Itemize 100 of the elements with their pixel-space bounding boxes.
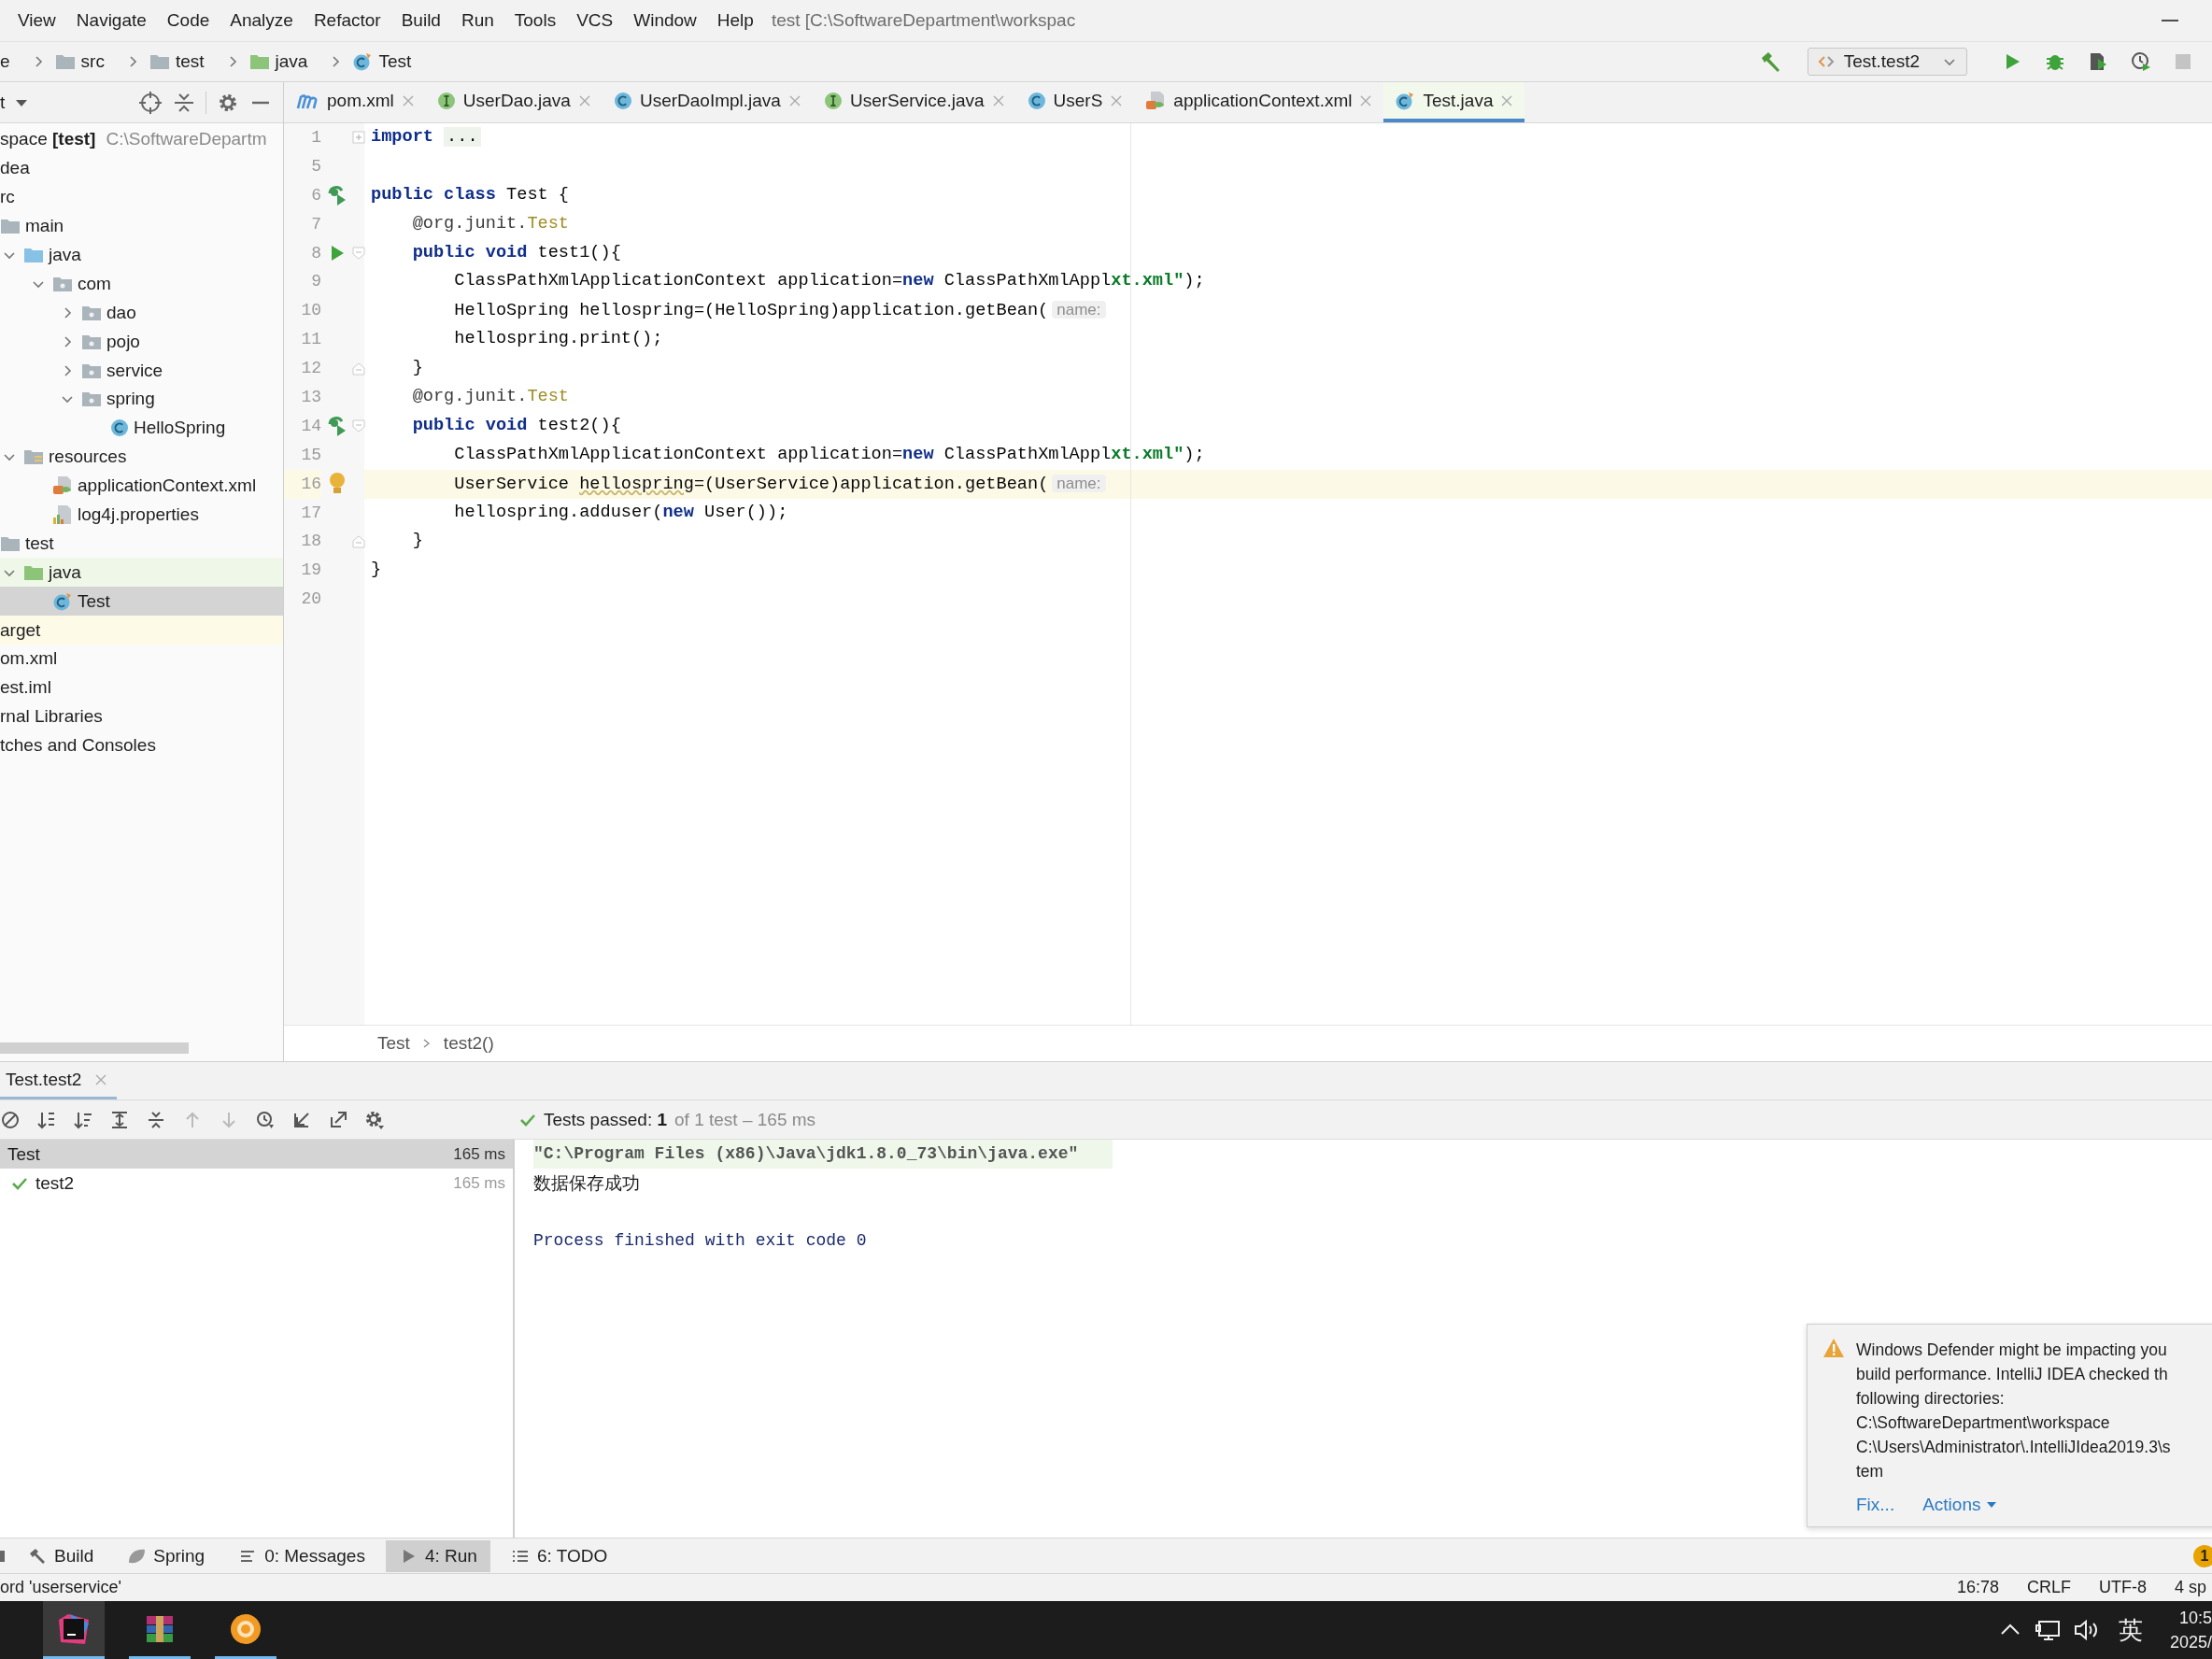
run-configuration-dropdown[interactable]: Test.test2 (1807, 48, 1967, 76)
network-icon[interactable] (2035, 1618, 2061, 1642)
tree-item[interactable]: pojo (0, 327, 283, 357)
run-tab[interactable]: Test.test2 (0, 1062, 118, 1099)
stop-icon[interactable] (0, 1109, 21, 1130)
line-number: 11 (300, 329, 321, 351)
menu-item[interactable]: Run (450, 7, 504, 35)
folder-icon (54, 53, 76, 70)
run-tests-icon[interactable] (327, 185, 347, 206)
status-item[interactable]: UTF-8 (2098, 1578, 2147, 1597)
collapse-all-icon[interactable] (146, 1109, 166, 1130)
breadcrumb[interactable]: Test (377, 1033, 410, 1054)
settings-icon[interactable] (364, 1109, 385, 1130)
menu-item[interactable]: Help (706, 7, 764, 35)
menu-item[interactable]: Code (156, 7, 220, 35)
status-item[interactable]: 4 sp (2174, 1578, 2206, 1597)
profiler-icon[interactable] (2130, 50, 2152, 73)
status-item[interactable]: 16:78 (1956, 1578, 1999, 1597)
tool-window-button[interactable]: Spring (114, 1539, 219, 1572)
test-item[interactable]: test2 165 ms (0, 1169, 513, 1198)
tree-item[interactable]: dao (0, 298, 283, 328)
volume-icon[interactable] (2074, 1618, 2100, 1642)
folder-icon (149, 53, 170, 70)
taskbar-app[interactable] (43, 1601, 105, 1659)
tool-window-button[interactable]: Build (15, 1539, 107, 1572)
editor-tab[interactable]: UserS (1015, 82, 1135, 122)
menu-item[interactable]: View (0, 7, 66, 35)
breadcrumb[interactable]: Test (352, 51, 412, 72)
folder-icon (23, 563, 44, 581)
tool-window-button[interactable]: 4: Run (385, 1539, 490, 1572)
menu-item[interactable]: Window (623, 7, 707, 35)
tree-item[interactable]: applicationContext.xml (0, 471, 283, 501)
tree-item[interactable]: tches and Consoles (0, 730, 283, 760)
menu-item[interactable]: Analyze (220, 7, 304, 35)
run-icon[interactable] (329, 244, 346, 262)
editor-tab[interactable]: UserDao.java (425, 82, 603, 122)
event-log-badge[interactable]: 1 (2193, 1544, 2212, 1567)
code-line: public class Test { (370, 183, 570, 206)
menu-item[interactable]: Build (390, 7, 451, 35)
clock-date[interactable]: 2025/ (2169, 1630, 2212, 1654)
tree-item[interactable]: Test (0, 587, 283, 617)
tree-item[interactable]: main (0, 211, 283, 241)
scrollbar-thumb[interactable] (0, 1042, 189, 1054)
tree-item[interactable]: space [test] C:\SoftwareDepartm (0, 125, 283, 154)
menu-item[interactable]: VCS (566, 7, 624, 35)
tree-item[interactable]: est.iml (0, 673, 283, 702)
package-folder-icon (81, 333, 102, 350)
tree-item[interactable]: service (0, 356, 283, 385)
tree-item[interactable]: log4j.properties (0, 500, 283, 530)
test-status-detail: of 1 test – 165 ms (674, 1109, 816, 1130)
breadcrumb[interactable]: java (248, 51, 308, 72)
class-icon (1027, 91, 1046, 110)
clock-time[interactable]: 10:5 (2178, 1606, 2212, 1630)
line-number: 19 (300, 560, 321, 582)
breadcrumb[interactable]: test (149, 51, 205, 72)
tree-item[interactable]: java (0, 558, 283, 588)
tree-item[interactable]: arget (0, 616, 283, 645)
breadcrumb[interactable]: e (0, 51, 10, 72)
panel-title[interactable]: t (0, 92, 6, 113)
folder-icon (23, 247, 44, 263)
test-class-icon (1395, 91, 1416, 110)
tool-window-button[interactable]: 0: Messages (225, 1539, 378, 1572)
tree-item[interactable]: rnal Libraries (0, 702, 283, 731)
breadcrumb[interactable]: test2() (443, 1033, 494, 1054)
test-item[interactable]: Test 165 ms (0, 1140, 513, 1169)
tree-item[interactable]: java (0, 240, 283, 270)
menu-item[interactable]: Refactor (303, 7, 391, 35)
history-icon[interactable] (255, 1109, 276, 1130)
notification-link[interactable]: Actions (1922, 1495, 1998, 1515)
editor-tab[interactable]: UserDaoImpl.java (602, 82, 813, 122)
tree-item[interactable]: com (0, 269, 283, 299)
run-tests-icon[interactable] (327, 416, 347, 437)
editor-tab[interactable]: pom.xml (284, 82, 426, 122)
folder-icon (0, 534, 21, 552)
tree-item[interactable]: spring (0, 385, 283, 414)
tool-window-button[interactable]: 6: TODO (497, 1539, 621, 1572)
tree-item[interactable]: resources (0, 442, 283, 472)
status-item[interactable]: CRLF (2026, 1578, 2071, 1597)
tree-item[interactable]: rc (0, 182, 283, 212)
code-line: public void test2(){ (411, 414, 622, 437)
line-number: 13 (300, 387, 321, 408)
export-icon[interactable] (328, 1109, 348, 1130)
warning-icon (1822, 1338, 1845, 1358)
tree-item[interactable]: dea (0, 153, 283, 183)
tree-item[interactable]: test (0, 529, 283, 559)
editor-tab[interactable]: applicationContext.xml (1134, 82, 1384, 122)
menu-item[interactable]: Tools (503, 7, 567, 35)
expand-all-icon[interactable] (109, 1109, 130, 1130)
locate-icon[interactable] (138, 90, 163, 115)
test-class-icon (52, 591, 73, 611)
menu-item[interactable]: Navigate (65, 7, 157, 35)
editor-tab[interactable]: UserService.java (812, 82, 1016, 122)
notification-link[interactable]: Fix... (1856, 1495, 1895, 1515)
breadcrumb[interactable]: src (54, 51, 105, 72)
path-label: C:\SoftwareDepartm (106, 129, 267, 150)
package-folder-icon (81, 390, 102, 408)
tree-item[interactable]: HelloSpring (0, 413, 283, 443)
input-method-indicator[interactable]: 英 (2119, 1613, 2143, 1647)
editor-tab[interactable]: Test.java (1383, 82, 1525, 122)
tree-item[interactable]: om.xml (0, 645, 283, 674)
